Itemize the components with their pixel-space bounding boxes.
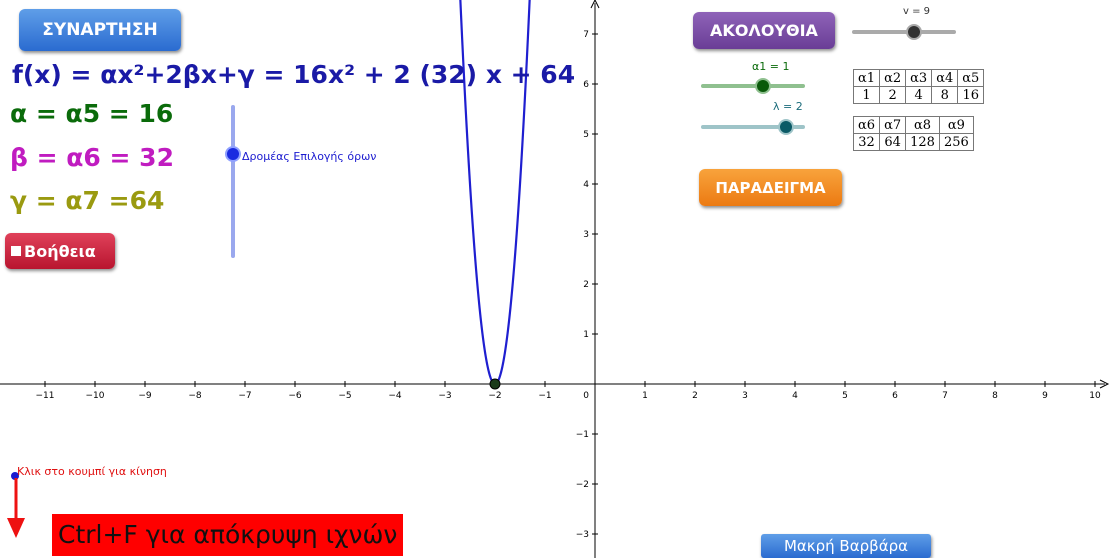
table-cell: 4 [905,86,933,104]
y-tick-label: 3 [583,230,589,240]
a1-slider-label: α1 = 1 [752,60,790,73]
help-button[interactable]: Βοήθεια [5,233,115,269]
table-cell: 256 [938,133,974,151]
x-tick-label: −4 [388,391,402,401]
x-tick-label: −3 [438,391,451,401]
table-cell: α6 [852,116,881,134]
alpha-value: α = α5 = 16 [10,99,174,128]
table-cell: α4 [931,69,959,87]
click-hint: Κλικ στο κουμπί για κίνηση [17,465,167,478]
checkbox-icon [11,246,21,256]
term-selector-label: Δρομέας Επιλογής όρων [242,150,377,163]
table-header-row: α1 α2 α3 α4 α5 [852,69,985,87]
x-tick-label: −7 [238,391,251,401]
y-tick-label: 6 [583,80,589,90]
x-tick-label: 5 [842,391,848,401]
table-cell: 128 [905,133,940,151]
table-cell: 32 [852,133,881,151]
y-tick-label: −1 [576,430,589,440]
function-formula: f(x) = αx²+2βx+γ = 16x² + 2 (32) x + 64 [12,60,576,89]
lambda-slider-label: λ = 2 [773,100,803,113]
down-arrow-icon [7,478,25,538]
x-tick-label: 10 [1089,391,1101,401]
x-tick-label: 7 [942,391,948,401]
table-value-row: 32 64 128 256 [852,133,974,151]
sequence-button[interactable]: ΑΚΟΛΟΥΘΙΑ [693,12,835,49]
help-label: Βοήθεια [24,241,96,261]
y-tick-label: −3 [576,530,589,540]
sequence-table-2: α6 α7 α8 α9 32 64 128 256 [852,116,974,151]
term-selector-knob[interactable] [225,145,241,162]
table-cell: α3 [905,69,933,87]
x-tick-label: −11 [36,391,55,401]
x-tick-label: −6 [288,391,302,401]
parabola-curve [459,0,531,386]
x-tick-label: −9 [138,391,152,401]
v-slider-label: v = 9 [903,6,931,17]
sequence-table-1: α1 α2 α3 α4 α5 1 2 4 8 16 [852,69,985,104]
beta-value: β = α6 = 32 [10,143,174,172]
table-cell: 2 [879,86,907,104]
x-tick-label: 2 [692,391,698,401]
table-cell: α2 [879,69,907,87]
table-cell: 16 [957,86,985,104]
table-cell: 1 [852,86,881,104]
x-tick-label: −2 [488,391,501,401]
x-tick-label: 8 [992,391,998,401]
y-tick-label: −2 [576,480,589,490]
x-tick-label: −10 [86,391,105,401]
table-cell: α5 [957,69,985,87]
v-slider[interactable] [852,30,956,34]
table-cell: α9 [938,116,974,134]
x-tick-label: −1 [538,391,551,401]
author-button[interactable]: Μακρή Βαρβάρα [761,534,931,558]
table-cell: α7 [879,116,907,134]
y-tick-label: 4 [583,180,589,190]
origin-label: 0 [583,391,589,401]
y-tick-label: 7 [583,30,589,40]
x-tick-label: 3 [742,391,748,401]
ctrl-f-note: Ctrl+F για απόκρυψη ιχνών [52,514,404,556]
term-selector-slider[interactable] [231,105,235,258]
y-tick-label: 5 [583,130,589,140]
x-tick-label: 9 [1042,391,1048,401]
function-button[interactable]: ΣΥΝΑΡΤΗΣΗ [19,9,181,51]
y-tick-label: 2 [583,280,589,290]
y-tick-label: 1 [583,330,589,340]
a1-slider[interactable] [701,84,805,88]
table-cell: 64 [879,133,907,151]
gamma-value: γ = α7 =64 [10,186,165,215]
table-cell: α1 [852,69,881,87]
table-cell: 8 [931,86,959,104]
example-button[interactable]: ΠΑΡΑΔΕΙΓΜΑ [699,169,842,206]
x-tick-label: 1 [642,391,648,401]
table-header-row: α6 α7 α8 α9 [852,116,974,134]
table-cell: α8 [905,116,940,134]
vertex-point[interactable] [489,378,501,390]
x-tick-label: −8 [188,391,202,401]
table-value-row: 1 2 4 8 16 [852,86,985,104]
x-tick-label: −5 [338,391,351,401]
x-tick-label: 6 [892,391,898,401]
x-tick-label: 4 [792,391,798,401]
